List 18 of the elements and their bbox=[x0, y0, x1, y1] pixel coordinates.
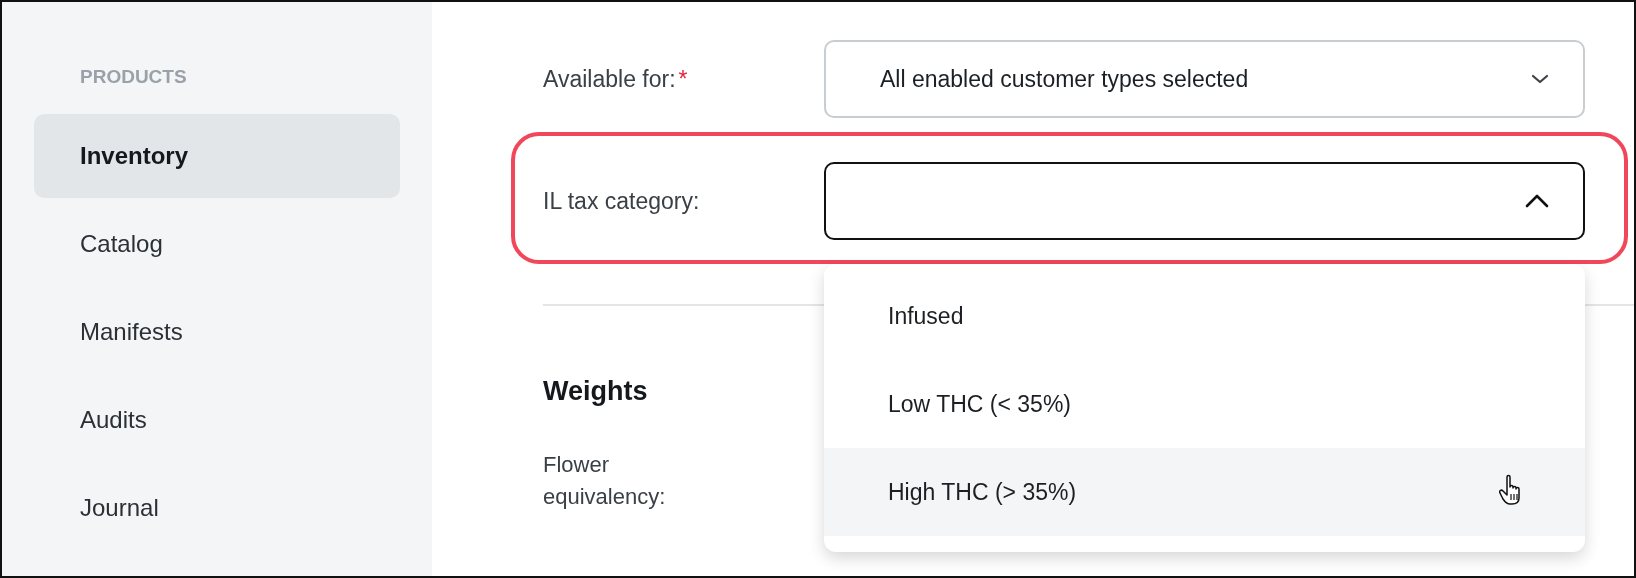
chevron-down-icon bbox=[1531, 74, 1549, 84]
dropdown-option[interactable]: Infused bbox=[824, 272, 1585, 360]
select-field[interactable]: All enabled customer types selected bbox=[824, 40, 1585, 118]
section-heading: PRODUCTS bbox=[80, 66, 188, 89]
dropdown-option[interactable]: Low THC (< 35%) bbox=[824, 360, 1585, 448]
required-mark: * bbox=[678, 65, 688, 92]
sidebar-item[interactable]: Manifests bbox=[34, 290, 400, 374]
field-label: Flower equivalency: bbox=[543, 451, 667, 511]
section-title: Weights bbox=[543, 376, 648, 407]
sidebar-item[interactable]: Catalog bbox=[34, 202, 400, 286]
sidebar-item[interactable]: Journal bbox=[34, 466, 400, 550]
select-field[interactable] bbox=[824, 162, 1585, 240]
chevron-up-icon bbox=[1525, 194, 1549, 208]
field-label: IL tax category: bbox=[543, 187, 701, 215]
field-label: Available for:* bbox=[543, 65, 689, 93]
dropdown-option[interactable]: High THC (> 35%) bbox=[824, 448, 1585, 536]
sidebar-item[interactable]: Audits bbox=[34, 378, 400, 462]
sidebar-item[interactable]: Inventory bbox=[34, 114, 400, 198]
